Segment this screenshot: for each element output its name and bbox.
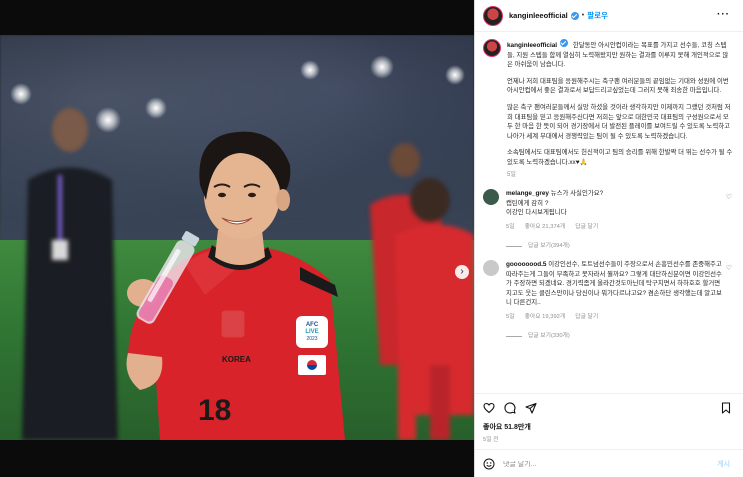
header-username[interactable]: kanginleeofficial (509, 11, 568, 20)
comment-likes[interactable]: 좋아요 19,392개 (525, 313, 566, 323)
comment-item: goooooood.5 이강인선수, 토트넘선수들이 주장으로서 손흥민선수를 … (483, 260, 736, 341)
caption-time: 5일 (507, 171, 516, 178)
comment-like-icon[interactable]: ♡ (726, 193, 732, 201)
comment-meta: 5일 좋아요 19,392개 답글 달기 (506, 313, 726, 323)
main-player: 18 KOREA (126, 131, 345, 440)
comment-text: 이강인 다시보게됩니다 (506, 209, 567, 217)
comment-text: 캡틴에게 감히 ? (506, 199, 549, 207)
post-header: kanginleeofficial • 팔로우 ··· (475, 0, 743, 32)
comment-username[interactable]: goooooood.5 (506, 261, 546, 268)
jersey-text: KOREA (222, 355, 251, 364)
add-comment-bar: 게시 (475, 449, 743, 477)
caption-avatar[interactable] (483, 39, 501, 57)
badge-line2: LIVE (305, 329, 319, 335)
badge-line3: 2023 (306, 336, 318, 342)
post-time: 5일 전 (483, 437, 499, 443)
caption: kanginleeofficial 한달동안 아시안컵이라는 목표를 가지고 선… (483, 39, 736, 180)
comment-time: 5일 (506, 223, 515, 230)
comment-like-icon[interactable]: ♡ (726, 264, 732, 272)
comment-text: 뉴스가 사실인가요? (550, 190, 604, 198)
comment-avatar[interactable] (483, 189, 499, 206)
comment-avatar[interactable] (483, 260, 499, 277)
emoji-icon[interactable] (483, 458, 495, 470)
caption-paragraph: 많은 축구 팬여러분들께서 실망 하셨을 것이라 생각하지만 이제까지 그랬던 … (507, 103, 731, 140)
afc-badge: AFC LIVE 2023 (296, 316, 328, 348)
comment-item: melange_grey 뉴스가 사실인가요? 캡틴에게 감히 ? 이강인 다시… (483, 189, 736, 251)
caption-paragraph: 언제나 저희 대표팀을 응원해주시는 축구팬 여러분들의 끝임없는 기대와 성원… (507, 77, 729, 95)
post-side-panel: kanginleeofficial • 팔로우 ··· kanginleeoff… (474, 0, 743, 477)
instagram-post-modal: 18 KOREA AFC LIVE 2023 › kanginleeoffici… (0, 0, 743, 477)
comment-body: melange_grey 뉴스가 사실인가요? 캡틴에게 감히 ? 이강인 다시… (506, 189, 726, 251)
likes-count[interactable]: 좋아요 51.8만개 (483, 422, 531, 432)
follow-button[interactable]: 팔로우 (587, 10, 608, 21)
caption-paragraph: kanginleeofficial 한달동안 아시안컵이라는 목표를 가지고 선… (507, 39, 733, 70)
background-staff (22, 108, 118, 440)
post-actions: 좋아요 51.8만개 5일 전 게시 (475, 393, 743, 477)
caption-paragraph: 소속팀에서도 대표팀에서도 헌신적이고 팀의 승리를 위해 한발짝 더 뛰는 선… (507, 149, 733, 166)
photo-scene: 18 KOREA (22, 108, 474, 440)
post-comment-button[interactable]: 게시 (717, 459, 730, 469)
comment-input[interactable] (503, 460, 693, 468)
heart-icon[interactable] (483, 402, 495, 414)
avatar[interactable] (483, 5, 503, 26)
jersey-number: 18 (198, 394, 231, 427)
reply-button[interactable]: 답글 달기 (575, 313, 598, 323)
caption-username[interactable]: kanginleeofficial (507, 42, 557, 49)
comment-time: 5일 (506, 314, 515, 321)
replies-divider (506, 245, 522, 247)
view-replies-button[interactable]: 답글 보기(394개) (506, 242, 726, 252)
badge-line1: AFC (305, 322, 319, 328)
replies-divider (506, 335, 522, 337)
separator-dot: • (581, 12, 585, 19)
comment-username[interactable]: melange_grey (506, 190, 549, 197)
comment-likes[interactable]: 좋아요 21,374개 (525, 223, 566, 233)
verified-icon (570, 11, 579, 20)
action-icons (483, 402, 537, 414)
more-options-icon[interactable]: ··· (717, 9, 730, 20)
view-replies-button[interactable]: 답글 보기(330개) (506, 332, 726, 342)
background-players (370, 143, 474, 440)
carousel-next-button[interactable]: › (455, 265, 469, 279)
bookmark-icon[interactable] (720, 402, 732, 414)
comment-meta: 5일 좋아요 21,374개 답글 달기 (506, 223, 726, 233)
post-photo[interactable]: 18 KOREA AFC LIVE 2023 › (0, 35, 474, 440)
korea-flag-icon (298, 355, 326, 375)
share-icon[interactable] (525, 402, 537, 414)
comment-body: goooooood.5 이강인선수, 토트넘선수들이 주장으로서 손흥민선수를 … (506, 260, 726, 341)
view-replies-label: 답글 보기(330개) (528, 332, 570, 339)
comment-icon[interactable] (504, 402, 516, 414)
view-replies-label: 답글 보기(394개) (528, 242, 570, 249)
reply-button[interactable]: 답글 달기 (575, 223, 598, 233)
verified-icon (560, 39, 569, 47)
comments-scroll-area[interactable]: kanginleeofficial 한달동안 아시안컵이라는 목표를 가지고 선… (475, 33, 743, 393)
caption-body: kanginleeofficial 한달동안 아시안컵이라는 목표를 가지고 선… (507, 39, 733, 180)
